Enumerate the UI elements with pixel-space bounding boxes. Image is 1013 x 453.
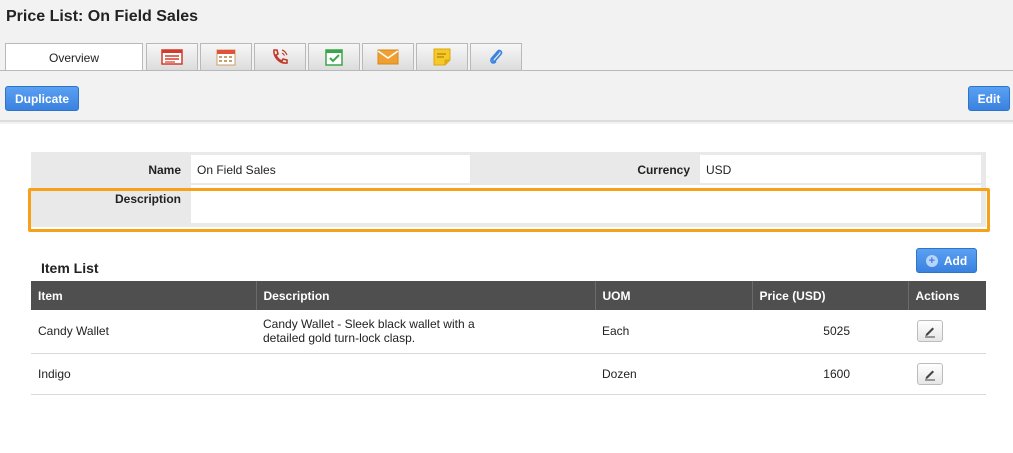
currency-value: USD	[700, 155, 981, 183]
tab-calls[interactable]	[254, 43, 306, 70]
name-label: Name	[148, 163, 181, 177]
table-row[interactable]: Indigo Dozen 1600	[31, 353, 986, 395]
pencil-icon	[925, 327, 935, 338]
duplicate-button[interactable]: Duplicate	[5, 86, 79, 111]
column-header-actions: Actions	[908, 281, 986, 310]
phone-call-icon	[273, 49, 288, 64]
plus-circle-icon: +	[925, 254, 938, 267]
description-value	[191, 185, 981, 223]
column-header-description[interactable]: Description	[256, 281, 596, 310]
toolbar: Duplicate Edit	[0, 71, 1013, 122]
item-table: Item Description UOM Price (USD) Actions…	[31, 281, 986, 395]
column-header-price[interactable]: Price (USD)	[752, 281, 909, 310]
add-item-label: Add	[943, 253, 968, 268]
item-list-title: Item List	[41, 260, 99, 276]
edit-button[interactable]: Edit	[968, 86, 1010, 111]
name-value: On Field Sales	[191, 155, 470, 183]
row-edit-button[interactable]	[917, 320, 943, 343]
page-title: Price List: On Field Sales	[6, 8, 199, 25]
table-row[interactable]: Candy Wallet Candy Wallet - Sleek black …	[31, 310, 986, 354]
email-icon	[377, 49, 399, 65]
tab-attachments[interactable]	[470, 43, 522, 70]
cell-actions	[908, 353, 986, 395]
cell-uom: Each	[595, 310, 752, 354]
tab-calendar[interactable]	[200, 43, 252, 70]
cell-item: Candy Wallet	[31, 310, 256, 354]
list-icon	[161, 49, 183, 65]
tab-email[interactable]	[362, 43, 414, 70]
tab-overview[interactable]: Overview	[5, 43, 143, 71]
main-content: Name On Field Sales Currency USD Descrip…	[0, 124, 1013, 453]
column-header-item[interactable]: Item	[31, 281, 257, 310]
add-item-button[interactable]: + Add	[916, 248, 977, 273]
pencil-icon	[925, 370, 935, 380]
currency-label: Currency	[637, 163, 690, 177]
tab-list[interactable]	[146, 43, 198, 70]
calendar-icon	[216, 49, 236, 66]
description-label: Description	[114, 192, 181, 206]
tab-notes[interactable]	[416, 43, 468, 70]
cell-description: Candy Wallet - Sleek black wallet with a…	[256, 310, 595, 354]
task-check-icon	[325, 49, 343, 66]
row-edit-button[interactable]	[917, 362, 943, 385]
cell-description	[256, 353, 595, 395]
note-icon	[433, 48, 451, 66]
tab-bar: Overview	[5, 43, 524, 71]
cell-item: Indigo	[31, 353, 256, 395]
details-form: Name On Field Sales Currency USD Descrip…	[31, 152, 986, 227]
column-header-uom[interactable]: UOM	[595, 281, 753, 310]
cell-price: 1600	[752, 353, 908, 395]
cell-uom: Dozen	[595, 353, 752, 395]
tab-overview-label: Overview	[48, 50, 99, 65]
tab-tasks[interactable]	[308, 43, 360, 70]
cell-actions	[908, 310, 986, 354]
attachment-icon	[490, 49, 503, 64]
cell-price: 5025	[752, 310, 908, 354]
